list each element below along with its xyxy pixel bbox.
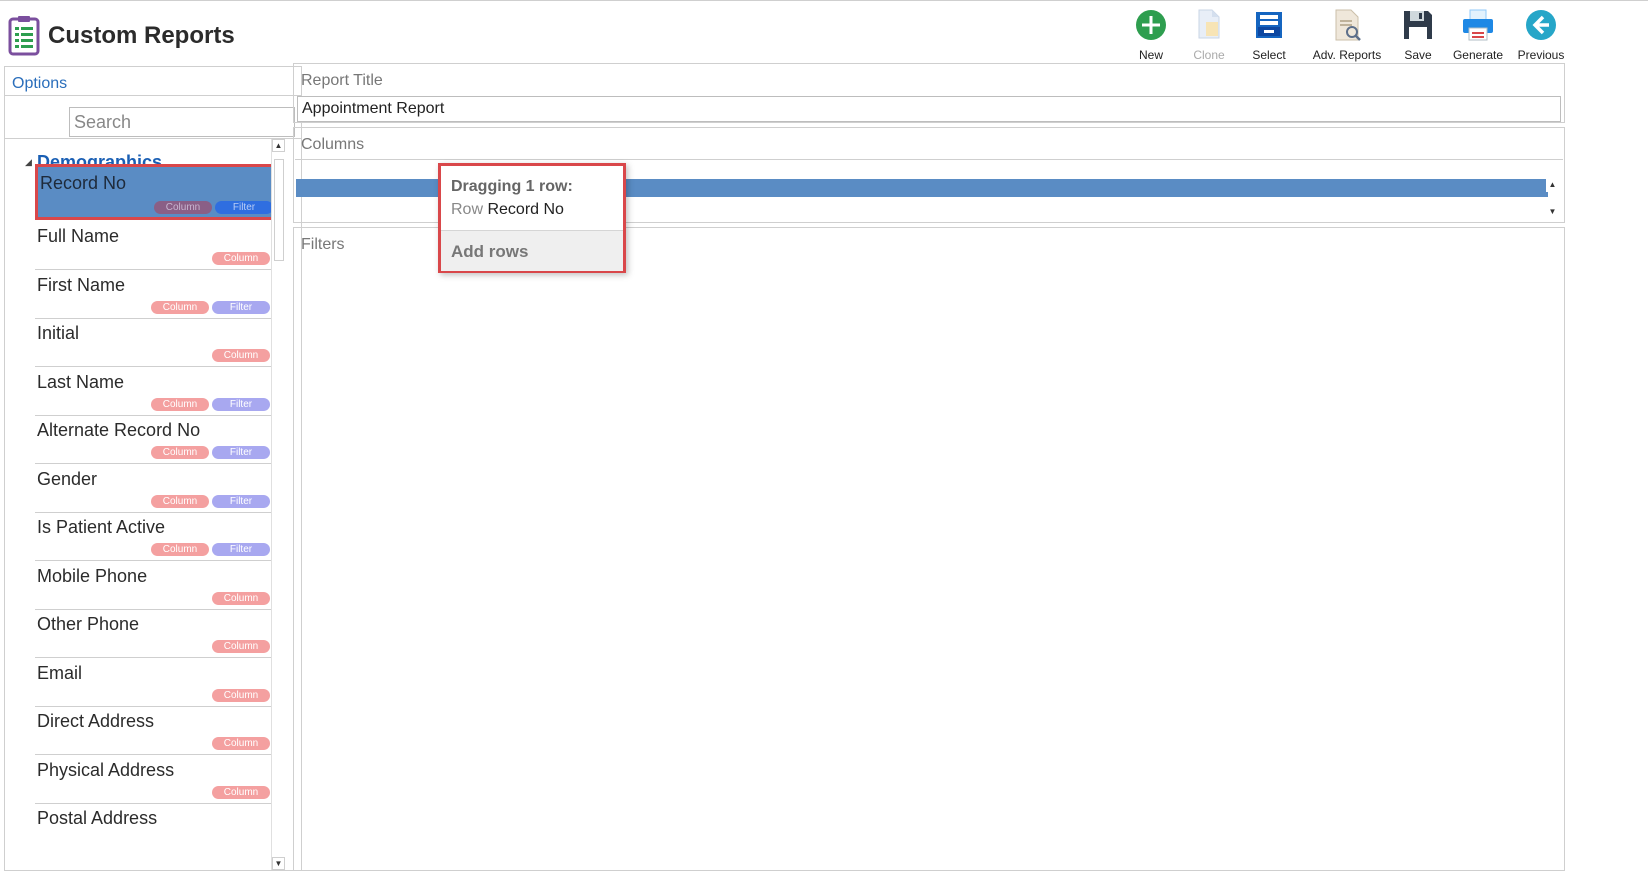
field-name: Other Phone [37, 614, 140, 634]
divider [5, 138, 301, 139]
clone-document-icon [1192, 8, 1226, 42]
filter-badge[interactable]: Filter [212, 446, 270, 459]
report-title-label: Report Title [301, 72, 383, 89]
filter-badge[interactable]: Filter [212, 495, 270, 508]
field-name: Email [37, 663, 83, 683]
field-item-last-name[interactable]: Last Name Column Filter [35, 366, 285, 416]
column-badge[interactable]: Column [212, 349, 270, 362]
generate-button[interactable]: Generate [1452, 8, 1504, 64]
report-title-input[interactable] [297, 96, 1561, 122]
inbox-tray-icon [1252, 8, 1286, 42]
adv-reports-button[interactable]: Adv. Reports [1312, 8, 1382, 64]
field-item-alternate-record-no[interactable]: Alternate Record No Column Filter [35, 414, 285, 464]
column-badge[interactable]: Column [151, 301, 209, 314]
options-heading: Options [12, 75, 68, 92]
drag-row-prefix: Row [451, 201, 484, 218]
scroll-up-icon[interactable]: ▲ [272, 139, 285, 152]
column-badge[interactable]: Column [151, 543, 209, 556]
scroll-down-icon[interactable]: ▼ [1546, 206, 1559, 219]
field-item-record-no[interactable]: Record No Column Filter [35, 164, 285, 220]
plus-circle-icon [1134, 8, 1168, 42]
save-button[interactable]: Save [1398, 8, 1438, 64]
app-header: Custom Reports New Clone Select Adv. Rep… [0, 4, 1648, 64]
scroll-down-icon[interactable]: ▼ [272, 857, 285, 870]
drag-tooltip-row: Row Record No [451, 201, 564, 219]
drag-action-label: Add rows [451, 242, 529, 261]
report-list-icon [8, 16, 40, 56]
previous-button[interactable]: Previous [1516, 8, 1566, 64]
column-badge[interactable]: Column [212, 252, 270, 265]
field-name: First Name [37, 275, 126, 295]
field-item-full-name[interactable]: Full Name Column [35, 220, 285, 270]
drag-row-name: Record No [487, 201, 564, 218]
column-badge[interactable]: Column [151, 398, 209, 411]
collapse-arrow-icon[interactable]: ◢ [25, 157, 32, 168]
select-button[interactable]: Select [1246, 8, 1292, 64]
field-name: Record No [40, 173, 127, 193]
filter-badge[interactable]: Filter [215, 201, 273, 214]
column-badge[interactable]: Column [154, 201, 212, 214]
drag-action: Add rows [441, 230, 623, 271]
search-input[interactable] [69, 107, 295, 137]
scroll-up-icon[interactable]: ▲ [1546, 179, 1559, 192]
field-item-direct-address[interactable]: Direct Address Column [35, 705, 285, 755]
column-badge[interactable]: Column [212, 640, 270, 653]
field-item-mobile-phone[interactable]: Mobile Phone Column [35, 560, 285, 610]
clone-button[interactable]: Clone [1188, 8, 1230, 64]
columns-label: Columns [301, 136, 365, 153]
field-item-gender[interactable]: Gender Column Filter [35, 463, 285, 513]
field-item-email[interactable]: Email Column [35, 657, 285, 707]
save-button-label: Save [1404, 48, 1432, 62]
field-name: Full Name [37, 226, 120, 246]
drag-tooltip-title: Dragging 1 row: [451, 178, 573, 195]
field-name: Last Name [37, 372, 125, 392]
field-name: Is Patient Active [37, 517, 166, 537]
filters-label: Filters [301, 236, 345, 253]
field-name: Alternate Record No [37, 420, 201, 440]
field-tree: ◢ Demographics Record No Column Filter F… [5, 145, 287, 870]
field-item-physical-address[interactable]: Physical Address Column [35, 754, 285, 804]
adv-reports-button-label: Adv. Reports [1312, 48, 1382, 62]
column-badge[interactable]: Column [151, 446, 209, 459]
new-button[interactable]: New [1130, 8, 1172, 64]
column-badge[interactable]: Column [212, 689, 270, 702]
column-badge[interactable]: Column [212, 737, 270, 750]
divider [5, 95, 301, 96]
new-button-label: New [1138, 48, 1163, 62]
clone-button-label: Clone [1193, 48, 1225, 62]
field-name: Gender [37, 469, 98, 489]
filter-badge[interactable]: Filter [212, 543, 270, 556]
field-item-initial[interactable]: Initial Column [35, 317, 285, 367]
field-item-postal-address[interactable]: Postal Address [35, 802, 285, 852]
field-name: Initial [37, 323, 80, 343]
field-item-first-name[interactable]: First Name Column Filter [35, 269, 285, 319]
generate-button-label: Generate [1452, 48, 1504, 62]
report-title-section: Report Title [293, 63, 1565, 123]
field-name: Direct Address [37, 711, 155, 731]
drag-tooltip: Dragging 1 row: Row Record No Add rows [438, 163, 626, 273]
column-badge[interactable]: Column [151, 495, 209, 508]
options-panel: Options ◢ Demographics Record No Column … [4, 66, 302, 871]
select-button-label: Select [1252, 48, 1286, 62]
filter-badge[interactable]: Filter [212, 398, 270, 411]
floppy-disk-icon [1401, 8, 1435, 42]
field-name: Physical Address [37, 760, 175, 780]
column-badge[interactable]: Column [212, 592, 270, 605]
field-name: Mobile Phone [37, 566, 148, 586]
page-title: Custom Reports [48, 22, 235, 49]
printer-icon [1461, 8, 1495, 42]
filter-badge[interactable]: Filter [212, 301, 270, 314]
arrow-left-circle-icon [1524, 8, 1558, 42]
previous-button-label: Previous [1517, 48, 1565, 62]
field-item-other-phone[interactable]: Other Phone Column [35, 608, 285, 658]
document-search-icon [1330, 8, 1364, 42]
field-name: Postal Address [37, 808, 158, 828]
field-item-is-patient-active[interactable]: Is Patient Active Column Filter [35, 511, 285, 561]
scrollbar-thumb[interactable] [274, 159, 284, 261]
filters-section[interactable]: Filters [293, 227, 1565, 871]
options-scrollbar[interactable]: ▲ ▼ [271, 139, 286, 870]
column-badge[interactable]: Column [212, 786, 270, 799]
